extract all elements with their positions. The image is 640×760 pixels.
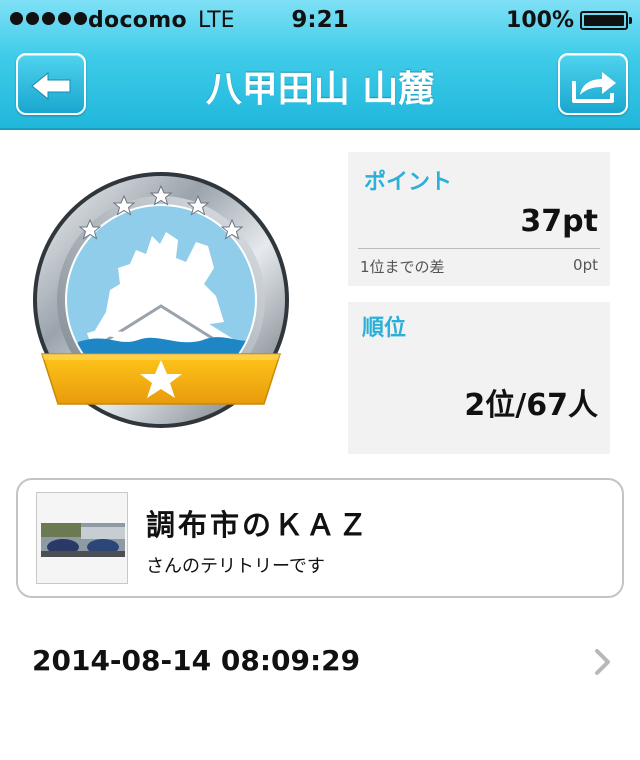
back-button[interactable] bbox=[16, 53, 86, 115]
territory-badge bbox=[28, 172, 294, 434]
back-arrow-icon bbox=[31, 71, 71, 101]
rank-panel: 順位 2位/67人 bbox=[348, 302, 610, 454]
checkin-history-row[interactable]: 2014-08-14 08:09:29 bbox=[0, 630, 640, 694]
rank-value: 2位/67人 bbox=[464, 388, 598, 423]
status-bar: docomo LTE 9:21 100% bbox=[0, 0, 640, 40]
owner-subtitle: さんのテリトリーです bbox=[146, 556, 325, 577]
rank-label: 順位 bbox=[362, 316, 407, 341]
share-button[interactable] bbox=[558, 53, 628, 115]
share-icon bbox=[572, 72, 616, 103]
battery-icon bbox=[580, 11, 632, 30]
points-value: 37pt bbox=[520, 204, 598, 239]
navigation-header: docomo LTE 9:21 100% 八甲田山 山麓 bbox=[0, 0, 640, 130]
points-divider bbox=[358, 248, 600, 249]
gap-to-first-label: 1位までの差 bbox=[360, 258, 445, 276]
page-title: 八甲田山 山麓 bbox=[205, 69, 435, 110]
owner-avatar bbox=[36, 492, 128, 584]
checkin-datetime: 2014-08-14 08:09:29 bbox=[32, 644, 361, 677]
owner-photo-icon bbox=[37, 493, 127, 583]
owner-name: 調布市のＫＡＺ bbox=[146, 508, 371, 542]
territory-owner-card[interactable]: 調布市のＫＡＺ さんのテリトリーです bbox=[16, 478, 624, 598]
battery-percent: 100% bbox=[506, 8, 574, 33]
points-panel: ポイント 37pt 1位までの差 0pt bbox=[348, 152, 610, 286]
chevron-right-icon bbox=[595, 649, 610, 675]
points-label: ポイント bbox=[364, 170, 453, 195]
gap-to-first-value: 0pt bbox=[573, 256, 598, 274]
territory-badge-icon bbox=[33, 172, 289, 428]
